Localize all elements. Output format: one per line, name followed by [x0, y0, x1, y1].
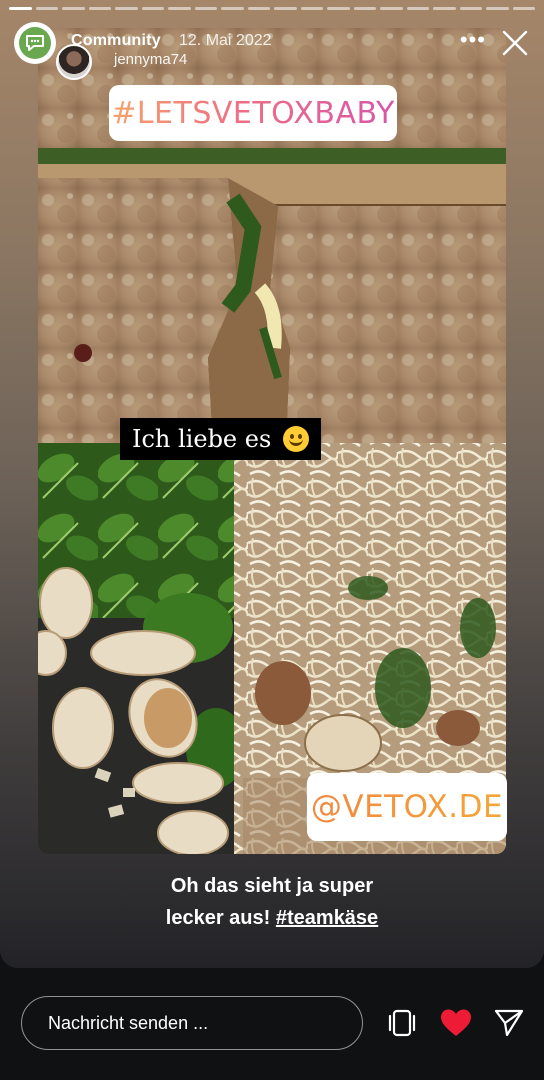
mention-sticker-text: @VETOX.DE — [310, 789, 504, 825]
progress-segment — [141, 7, 164, 10]
mention-sticker[interactable]: @VETOX.DE — [307, 773, 507, 841]
story-comment: Oh das sieht ja super lecker aus! #teamk… — [0, 870, 544, 934]
story-view[interactable]: Community 12. Mai 2022 jennyma74 ••• #LE… — [0, 0, 544, 968]
message-input[interactable] — [21, 996, 363, 1050]
progress-segment — [221, 7, 244, 10]
progress-segment — [35, 7, 58, 10]
progress-segment — [353, 7, 376, 10]
progress-segment — [62, 7, 85, 10]
more-options-icon[interactable]: ••• — [460, 29, 486, 51]
progress-segment — [168, 7, 191, 10]
progress-segment — [88, 7, 111, 10]
hashtag-sticker-text: #LETSVETOXBABY — [111, 95, 395, 131]
progress-segment — [300, 7, 323, 10]
progress-segment — [459, 7, 482, 10]
progress-segment — [486, 7, 509, 10]
hashtag-sticker[interactable]: #LETSVETOXBABY — [109, 85, 397, 141]
progress-segment — [380, 7, 403, 10]
story-sub-user[interactable]: jennyma74 — [114, 51, 187, 68]
chat-bubble-icon — [19, 27, 51, 59]
caption-sticker: Ich liebe es — [120, 418, 322, 460]
story-author[interactable]: Community — [71, 32, 161, 50]
cards-icon[interactable] — [385, 1006, 419, 1040]
story-date: 12. Mai 2022 — [179, 32, 272, 49]
comment-line-1: Oh das sieht ja super — [170, 875, 374, 897]
story-progress-bar — [9, 7, 535, 10]
comment-line-2-text: lecker aus! — [165, 907, 276, 929]
progress-segment — [115, 7, 138, 10]
progress-segment — [433, 7, 456, 10]
story-header: Community 12. Mai 2022 jennyma74 ••• — [14, 20, 530, 82]
heart-icon[interactable] — [439, 1006, 473, 1040]
send-icon[interactable] — [492, 1006, 526, 1040]
smiling-face-icon — [283, 426, 310, 452]
comment-hashtag[interactable]: #teamkäse — [276, 907, 378, 929]
progress-segment — [9, 7, 32, 10]
caption-text: Ich liebe es — [132, 425, 272, 453]
community-avatar[interactable] — [14, 22, 56, 64]
progress-segment — [247, 7, 270, 10]
comment-line-2: lecker aus! #teamkäse — [0, 902, 544, 934]
progress-segment — [327, 7, 350, 10]
progress-segment — [406, 7, 429, 10]
progress-segment — [512, 7, 535, 10]
progress-segment — [194, 7, 217, 10]
progress-segment — [274, 7, 297, 10]
reply-bar — [0, 968, 544, 1080]
close-icon[interactable] — [500, 28, 530, 58]
